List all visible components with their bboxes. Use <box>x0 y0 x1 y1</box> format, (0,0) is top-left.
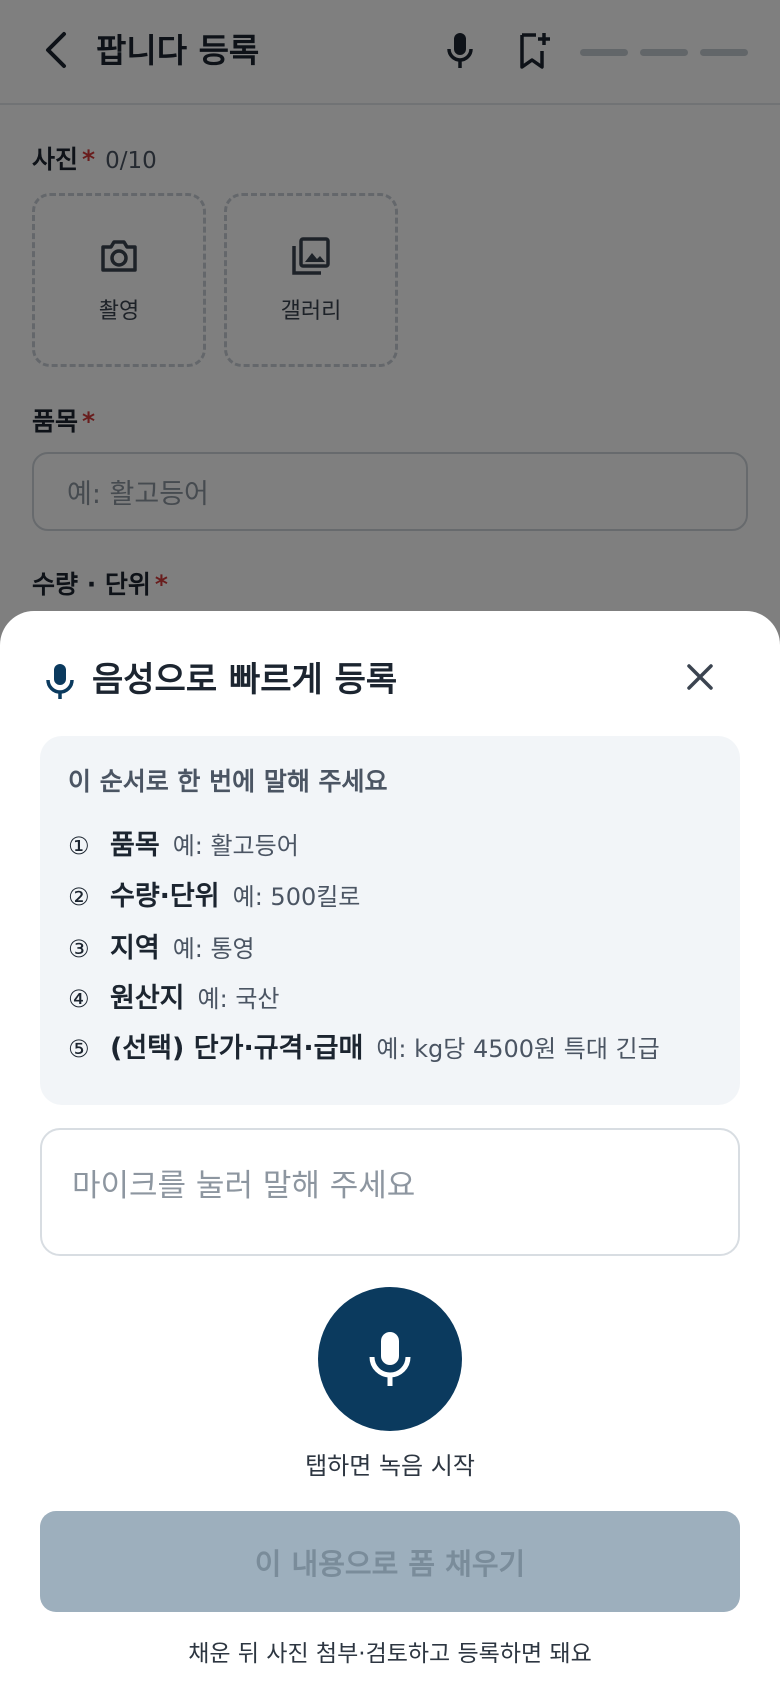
guide-step: ③ 지역 예: 통영 <box>68 926 255 965</box>
step-number: ④ <box>68 985 90 1013</box>
record-hint: 탭하면 녹음 시작 <box>305 1452 475 1480</box>
guide-step: ④ 원산지 예: 국산 <box>68 976 280 1015</box>
mic-icon <box>369 1332 411 1386</box>
guide-step: ⑤ (선택) 단가·규격·급매 예: kg당 4500원 특대 긴급 <box>68 1026 660 1065</box>
step-number: ② <box>68 883 90 911</box>
step-example: 예: 국산 <box>197 985 280 1013</box>
step-label: 수량·단위 <box>110 881 220 912</box>
fill-form-button[interactable]: 이 내용으로 폼 채우기 <box>40 1511 740 1612</box>
step-label: 원산지 <box>110 983 185 1014</box>
speaking-guide-card: 이 순서로 한 번에 말해 주세요 ① 품목 예: 활고등어 ② 수량·단위 예… <box>40 736 740 1105</box>
step-label: 지역 <box>110 933 160 964</box>
guide-step: ② 수량·단위 예: 500킬로 <box>68 874 360 913</box>
step-label: (선택) 단가·규격·급매 <box>110 1033 364 1064</box>
voice-register-sheet: 음성으로 빠르게 등록 이 순서로 한 번에 말해 주세요 ① 품목 예: 활고… <box>0 611 780 1688</box>
step-label: 품목 <box>110 830 160 861</box>
close-icon <box>687 664 713 690</box>
step-example: 예: kg당 4500원 특대 긴급 <box>376 1035 660 1063</box>
step-number: ⑤ <box>68 1035 90 1063</box>
mic-icon <box>46 664 74 699</box>
sheet-title: 음성으로 빠르게 등록 <box>92 660 398 700</box>
step-example: 예: 활고등어 <box>172 832 299 860</box>
record-button[interactable] <box>318 1287 462 1431</box>
close-button[interactable] <box>680 657 720 697</box>
guide-heading: 이 순서로 한 번에 말해 주세요 <box>68 767 388 796</box>
step-number: ① <box>68 832 90 860</box>
guide-step: ① 품목 예: 활고등어 <box>68 823 299 862</box>
step-number: ③ <box>68 935 90 963</box>
step-example: 예: 500킬로 <box>232 883 361 911</box>
step-example: 예: 통영 <box>172 935 255 963</box>
voice-transcript-field[interactable]: 마이크를 눌러 말해 주세요 <box>40 1128 740 1256</box>
footer-note: 채운 뒤 사진 첨부·검토하고 등록하면 돼요 <box>188 1641 592 1667</box>
